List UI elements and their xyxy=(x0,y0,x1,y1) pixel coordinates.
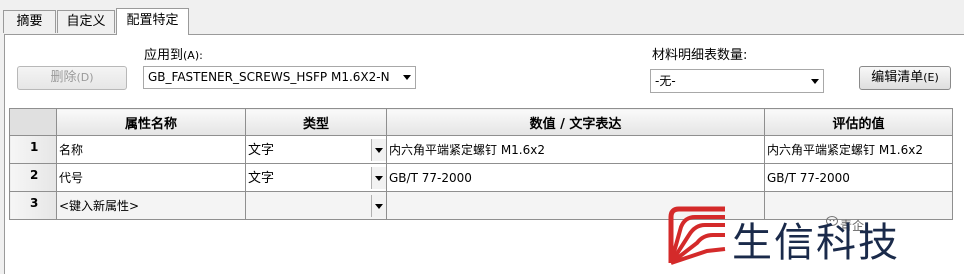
value-expression-cell[interactable]: 内六角平端紧定螺钉 M1.6x2 xyxy=(386,135,765,164)
edit-list-button-label: 编辑清单 xyxy=(871,70,924,85)
property-name-cell[interactable]: 名称 xyxy=(56,135,246,164)
table-row: 2 代号 文字 GB/T 77-2000 GB/T 77-2000 xyxy=(9,163,953,192)
type-value: 文字 xyxy=(248,170,275,186)
tab-bar: 摘要 自定义 配置特定 xyxy=(0,0,964,35)
edit-list-button[interactable]: 编辑清单(E) xyxy=(859,66,951,90)
new-property-cell[interactable]: <键入新属性> xyxy=(56,191,246,220)
brand-logo-icon xyxy=(668,206,726,265)
type-cell[interactable]: 文字 xyxy=(245,163,387,192)
tab-custom[interactable]: 自定义 xyxy=(57,10,115,33)
apply-to-select[interactable]: GB_FASTENER_SCREWS_HSFP M1.6X2-N xyxy=(143,66,416,89)
bom-quantity-value: -无- xyxy=(655,74,676,88)
tab-summary-label: 摘要 xyxy=(16,14,43,29)
value-expression-cell[interactable]: GB/T 77-2000 xyxy=(386,163,765,192)
apply-to-value: GB_FASTENER_SCREWS_HSFP M1.6X2-N xyxy=(148,70,390,84)
bom-quantity-label: 材料明细表数量: xyxy=(652,48,748,63)
chevron-down-icon xyxy=(403,75,411,80)
row-number[interactable]: 3 xyxy=(9,191,57,220)
tab-summary[interactable]: 摘要 xyxy=(3,10,56,33)
property-table: 属性名称 类型 数值 / 文字表达 评估的值 1 名称 文字 内六角平端紧定螺钉… xyxy=(9,108,953,220)
header-evaluated-value: 评估的值 xyxy=(764,108,953,136)
type-value: 文字 xyxy=(248,142,275,158)
apply-to-label: 应用到(A): xyxy=(144,48,203,63)
evaluated-value-cell: 内六角平端紧定螺钉 M1.6x2 xyxy=(764,135,953,164)
brand-watermark-text: 生信科技 xyxy=(732,220,900,266)
chevron-down-icon[interactable] xyxy=(371,166,386,189)
evaluated-value-cell: GB/T 77-2000 xyxy=(764,163,953,192)
edit-list-hotkey: (E) xyxy=(923,71,939,84)
bom-quantity-select[interactable]: -无- xyxy=(650,69,824,93)
tab-configuration-specific-label: 配置特定 xyxy=(126,13,179,28)
type-cell[interactable]: 文字 xyxy=(245,135,387,164)
tab-custom-label: 自定义 xyxy=(66,14,106,29)
delete-hotkey: (D) xyxy=(76,71,94,84)
row-number[interactable]: 1 xyxy=(9,135,57,164)
table-row: 1 名称 文字 内六角平端紧定螺钉 M1.6x2 内六角平端紧定螺钉 M1.6x… xyxy=(9,135,953,164)
property-name-cell[interactable]: 代号 xyxy=(56,163,246,192)
chevron-down-icon[interactable] xyxy=(371,194,386,217)
type-cell[interactable] xyxy=(245,191,387,220)
chevron-down-icon xyxy=(811,79,819,84)
table-header-row: 属性名称 类型 数值 / 文字表达 评估的值 xyxy=(9,108,953,136)
delete-button-label: 删除 xyxy=(50,70,77,85)
header-property-name: 属性名称 xyxy=(56,108,246,136)
delete-button[interactable]: 删除(D) xyxy=(17,66,127,90)
header-type: 类型 xyxy=(245,108,387,136)
header-value-expression: 数值 / 文字表达 xyxy=(386,108,765,136)
tab-configuration-specific[interactable]: 配置特定 xyxy=(116,8,189,35)
chevron-down-icon[interactable] xyxy=(371,138,386,161)
table-corner xyxy=(9,108,57,136)
row-number[interactable]: 2 xyxy=(9,163,57,192)
